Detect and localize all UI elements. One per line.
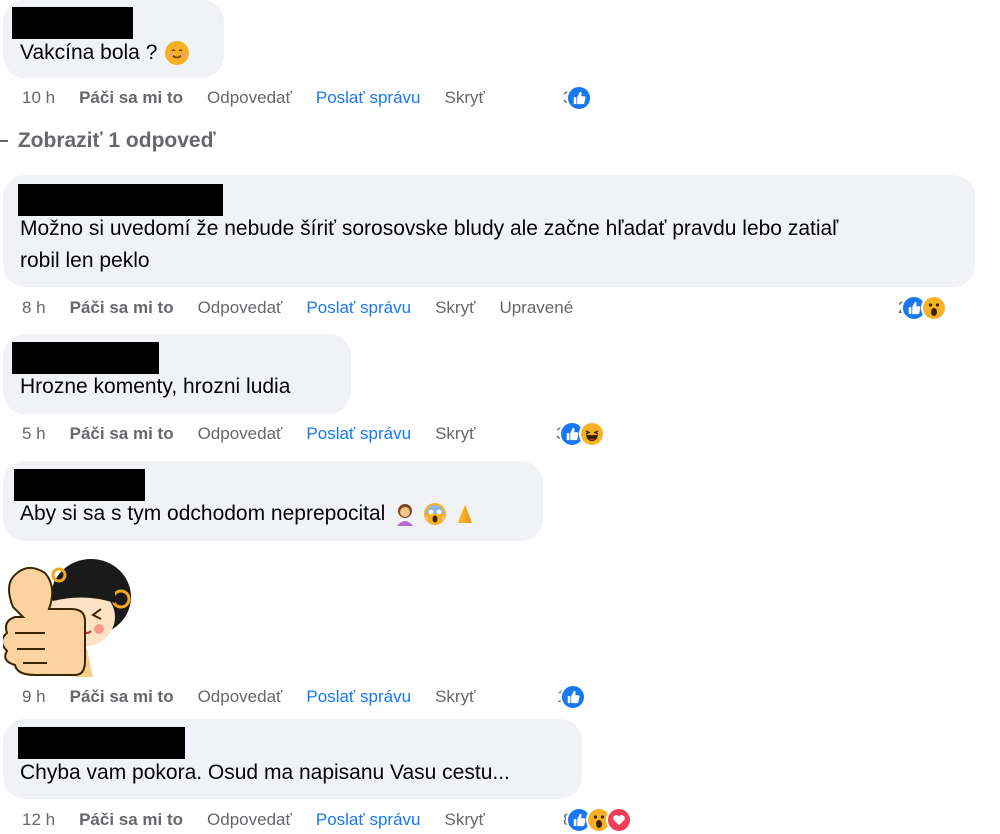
face-screaming-emoji-icon	[423, 502, 447, 526]
comment-timestamp[interactable]: 5 h	[22, 424, 46, 444]
reply-button[interactable]: Odpovedať	[198, 687, 283, 707]
comment-text-line-1: Možno si uvedomí že nebude šíriť sorosov…	[20, 217, 839, 240]
reaction-summary[interactable]: 1	[557, 684, 587, 710]
thumbs-up-sticker-icon	[1, 547, 131, 677]
hide-button[interactable]: Skryť	[435, 298, 475, 318]
like-button[interactable]: Páči sa mi to	[70, 424, 174, 444]
folded-hands-emoji-icon	[453, 502, 477, 526]
send-message-button[interactable]: Poslať správu	[316, 88, 421, 108]
reply-button[interactable]: Odpovedať	[207, 88, 292, 108]
comment-timestamp[interactable]: 8 h	[22, 298, 46, 318]
comment-timestamp[interactable]: 12 h	[22, 810, 55, 830]
hide-button[interactable]: Skryť	[435, 687, 475, 707]
comment-text: Vakcína bola ?	[20, 37, 190, 69]
send-message-button[interactable]: Poslať správu	[306, 424, 411, 444]
comment-text: Chyba vam pokora. Osud ma napisanu Vasu …	[20, 761, 510, 784]
edited-label[interactable]: Upravené	[499, 298, 573, 318]
comment-text: Hrozne komenty, hrozni ludia	[20, 375, 291, 398]
redacted-author-name[interactable]	[18, 727, 185, 759]
send-message-button[interactable]: Poslať správu	[306, 687, 411, 707]
show-replies-label[interactable]: Zobraziť 1 odpoveď	[18, 129, 216, 152]
redacted-author-name[interactable]	[14, 469, 145, 501]
reply-button[interactable]: Odpovedať	[207, 810, 292, 830]
smiling-face-emoji-icon	[165, 41, 190, 66]
comment-actions: 12 h Páči sa mi to Odpovedať Poslať sprá…	[22, 810, 485, 830]
comment-actions: 5 h Páči sa mi to Odpovedať Poslať správ…	[22, 424, 475, 444]
wow-icon	[921, 295, 948, 321]
comment-text-content: Aby si sa s tym odchodom neprepocital	[20, 502, 386, 525]
send-message-button[interactable]: Poslať správu	[306, 298, 411, 318]
comment-actions: 10 h Páči sa mi to Odpovedať Poslať sprá…	[22, 88, 485, 108]
hide-button[interactable]: Skryť	[445, 810, 485, 830]
comment-text: Aby si sa s tym odchodom neprepocital	[20, 498, 477, 530]
love-icon	[606, 807, 633, 833]
reaction-summary[interactable]: 2	[898, 295, 948, 321]
comment-timestamp[interactable]: 10 h	[22, 88, 55, 108]
like-button[interactable]: Páči sa mi to	[70, 687, 174, 707]
hide-button[interactable]: Skryť	[435, 424, 475, 444]
like-icon	[566, 85, 593, 111]
like-button[interactable]: Páči sa mi to	[79, 810, 183, 830]
redacted-author-name[interactable]	[12, 342, 159, 374]
send-message-button[interactable]: Poslať správu	[316, 810, 421, 830]
comment-timestamp[interactable]: 9 h	[22, 687, 46, 707]
comment-text-content: Vakcína bola ?	[20, 41, 158, 64]
reply-button[interactable]: Odpovedať	[198, 298, 283, 318]
show-replies-link[interactable]: Zobraziť 1 odpoveď	[0, 129, 216, 153]
hide-button[interactable]: Skryť	[445, 88, 485, 108]
like-icon	[560, 684, 587, 710]
person-facepalming-emoji-icon	[393, 502, 417, 527]
reply-button[interactable]: Odpovedať	[198, 424, 283, 444]
reaction-summary[interactable]: 3	[556, 421, 606, 447]
comment-actions: 9 h Páči sa mi to Odpovedať Poslať správ…	[22, 687, 475, 707]
redacted-author-name[interactable]	[12, 7, 133, 39]
like-button[interactable]: Páči sa mi to	[70, 298, 174, 318]
comment-text-line-2: robil len peklo	[20, 249, 150, 272]
reaction-summary[interactable]: 8	[563, 807, 633, 833]
like-button[interactable]: Páči sa mi to	[79, 88, 183, 108]
redacted-author-name[interactable]	[18, 184, 223, 216]
reaction-summary[interactable]: 3	[563, 85, 593, 111]
comment-actions: 8 h Páči sa mi to Odpovedať Poslať správ…	[22, 298, 573, 318]
haha-icon	[579, 421, 606, 447]
reply-line	[0, 140, 8, 143]
